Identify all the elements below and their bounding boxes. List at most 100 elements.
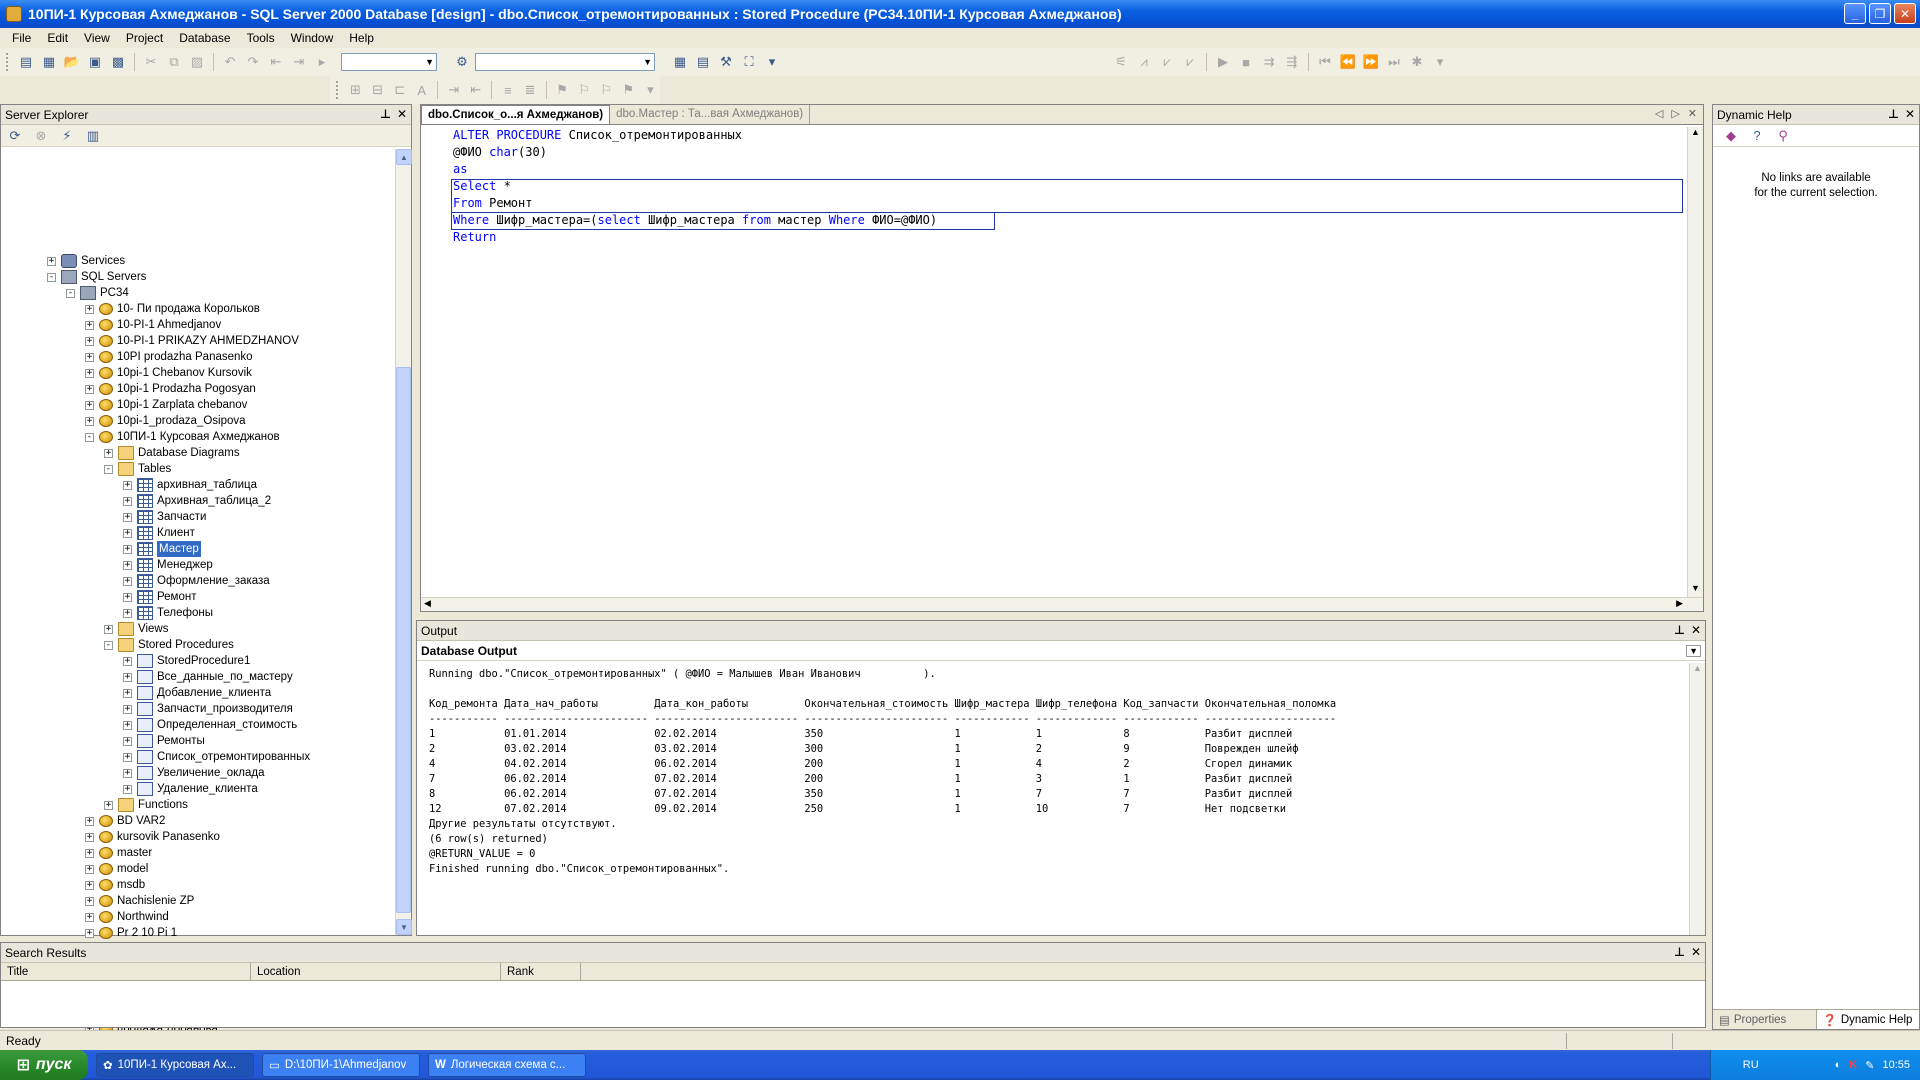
query-verify-icon[interactable]: ⩗ [1157,52,1177,72]
connect-to-server-icon[interactable]: ▥ [83,126,103,146]
expand-icon[interactable]: + [123,704,132,714]
tree-node[interactable]: + Northwind [85,909,169,925]
query-check-icon[interactable]: ⩗ [1180,52,1200,72]
server-explorer-title-bar[interactable]: Server Explorer ⊥ ✕ [1,105,411,125]
code-area[interactable]: ALTER PROCEDURE Список_отремонтированных… [421,127,1685,597]
expand-icon[interactable]: + [123,736,132,746]
expand-icon[interactable]: + [85,384,94,394]
scroll-thumb[interactable] [396,367,411,913]
configuration-combo[interactable]: ▼ [341,53,437,71]
tree-node[interactable]: + master [85,845,152,861]
tree-node[interactable]: +10-PI-1 Ahmedjanov [85,317,221,333]
taskbar-item-word[interactable]: W Логическая схема с... [428,1053,586,1077]
toolbar-options-icon[interactable]: ▾ [1430,52,1450,72]
editor-horizontal-scrollbar[interactable]: ◀ ▶ [421,597,1703,611]
properties-window-icon[interactable]: ▤ [693,52,713,72]
tree-node[interactable]: + model [85,861,148,877]
indent-icon[interactable]: ⇥ [444,80,463,100]
tree-node[interactable]: + Все_данные_по_мастеру [123,669,293,685]
tree-node[interactable]: + msdb [85,877,145,893]
tree-node[interactable]: + BD VAR2 [85,813,165,829]
navigate-back-icon[interactable]: ⇤ [266,52,286,72]
paste-icon[interactable]: ▨ [187,52,207,72]
collapse-icon[interactable]: - [85,432,94,442]
comment-icon[interactable]: ≡ [498,80,517,100]
menu-database[interactable]: Database [171,28,238,48]
dynamic-help-title-bar[interactable]: Dynamic Help ⊥ ✕ [1713,105,1919,125]
pin-icon[interactable]: ⊥ [1888,107,1899,121]
add-item-icon[interactable]: ▦ [39,52,59,72]
find-in-files-icon[interactable]: ⚙ [452,52,472,72]
refresh-icon[interactable]: ⟳ [5,126,25,146]
expand-icon[interactable]: + [85,336,94,346]
tree-node[interactable]: - PC34 [66,285,129,301]
tree-node[interactable]: + Services [47,253,125,269]
scroll-down-icon[interactable]: ▼ [396,919,412,935]
expand-icon[interactable]: + [104,448,113,458]
expand-icon[interactable]: + [47,256,56,266]
save-all-icon[interactable]: ▩ [108,52,128,72]
tree-node[interactable]: + Functions [104,797,188,813]
expand-icon[interactable]: + [85,928,94,938]
close-tab-icon[interactable]: ✕ [1688,107,1697,120]
tab-scroll-left-icon[interactable]: ◁ [1655,107,1663,120]
menu-help[interactable]: Help [341,28,382,48]
tab-dynamic-help[interactable]: ❓ Dynamic Help [1815,1010,1919,1029]
expand-icon[interactable]: + [123,496,132,506]
output-vertical-scrollbar[interactable]: ▲ [1689,663,1705,935]
tree-node[interactable]: + Ремонт [123,589,196,605]
expand-icon[interactable]: + [123,672,132,682]
close-icon[interactable]: ✕ [1905,107,1915,121]
scroll-up-icon[interactable]: ▲ [1690,663,1705,677]
tree-node[interactable]: + Добавление_клиента [123,685,271,701]
expand-icon[interactable]: + [85,304,94,314]
tree-node[interactable]: + архивная_таблица [123,477,257,493]
tab-properties[interactable]: ▤ Properties [1713,1010,1816,1029]
scroll-left-icon[interactable]: ◀ [424,598,431,609]
bookmark-icon[interactable]: ⚑ [553,80,572,100]
debug-step-over-icon[interactable]: ⇶ [1282,52,1302,72]
network-icon[interactable]: ◐ [1835,1059,1842,1071]
tree-node[interactable]: + Архивная_таблица_2 [123,493,271,509]
tab-stored-procedure[interactable]: dbo.Список_о...я Ахмеджанов) [421,105,611,124]
expand-icon[interactable]: + [85,320,94,330]
first-record-icon[interactable]: ⏮ [1315,52,1335,72]
menu-window[interactable]: Window [283,28,342,48]
start-icon[interactable]: ▸ [312,52,332,72]
tab-master-table[interactable]: dbo.Мастер : Та...вая Ахмеджанов) [610,105,811,124]
volume-icon[interactable]: ✎ [1865,1059,1874,1072]
expand-icon[interactable]: + [123,544,132,554]
taskbar-item-folder[interactable]: ▭ D:\10ПИ-1\Ahmedjanov [262,1053,420,1077]
collapse-icon[interactable]: - [66,288,75,298]
column-header-title[interactable]: Title [1,963,251,980]
uncomment-icon[interactable]: ≣ [520,80,539,100]
expand-icon[interactable]: + [123,528,132,538]
expand-icon[interactable]: + [123,576,132,586]
collapse-icon[interactable]: - [104,640,113,650]
expand-icon[interactable]: + [85,896,94,906]
menu-view[interactable]: View [76,28,118,48]
pin-icon[interactable]: ⊥ [380,107,391,121]
expand-icon[interactable]: + [123,480,132,490]
expand-icon[interactable]: + [85,912,94,922]
close-button[interactable]: ✕ [1894,3,1916,24]
expand-icon[interactable]: + [85,416,94,426]
expand-icon[interactable]: + [123,512,132,522]
scroll-down-icon[interactable]: ▼ [1688,583,1703,597]
expand-icon[interactable]: + [85,832,94,842]
editor-vertical-scrollbar[interactable]: ▲ ▼ [1687,127,1703,597]
search-help-icon[interactable]: ⚲ [1773,126,1793,146]
antivirus-icon[interactable]: K [1849,1059,1857,1071]
undo-icon[interactable]: ↶ [220,52,240,72]
more-windows-icon[interactable]: ▾ [762,52,782,72]
tree-node[interactable]: + Запчасти_производителя [123,701,293,717]
query-run-icon[interactable]: ⚟ [1111,52,1131,72]
tree-node[interactable]: + Клиент [123,525,195,541]
toolbar-options-icon[interactable]: ▾ [641,80,660,100]
expand-icon[interactable]: + [85,352,94,362]
tree-node[interactable]: + Увеличение_оклада [123,765,265,781]
align-left-icon[interactable]: ⊞ [346,80,365,100]
tree-node[interactable]: + Мастер [123,541,201,557]
font-size-icon[interactable]: A [412,80,431,100]
new-project-icon[interactable]: ▤ [16,52,36,72]
